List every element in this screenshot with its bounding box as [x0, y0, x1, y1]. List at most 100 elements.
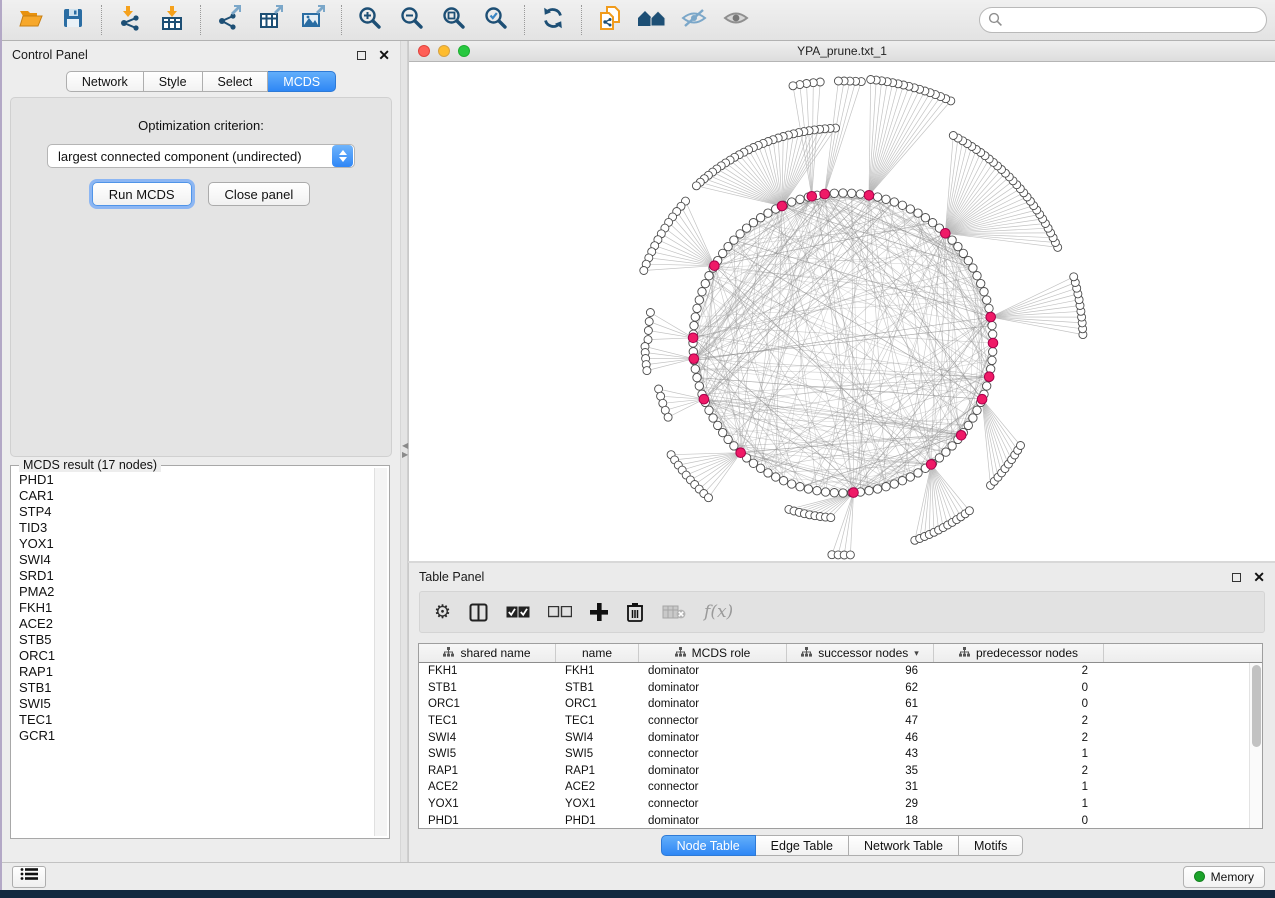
result-node[interactable]: FKH1 [19, 600, 368, 616]
import-table-button[interactable] [151, 3, 193, 37]
scrollbar-thumb[interactable] [1252, 665, 1261, 747]
export-table-button[interactable] [250, 3, 292, 37]
table-row[interactable]: PHD1PHD1dominator180 [419, 812, 1249, 828]
zoom-selected-button[interactable] [475, 3, 517, 37]
table-row[interactable]: SWI5SWI5connector431 [419, 746, 1249, 763]
cell-name: STB1 [556, 682, 639, 694]
add-column-icon[interactable] [590, 597, 608, 627]
clear-selection-checkboxes-icon[interactable] [548, 597, 572, 627]
select-all-checkboxes-icon[interactable] [506, 597, 530, 627]
result-node[interactable]: PHD1 [19, 472, 368, 488]
column-header-shared-name[interactable]: shared name [419, 644, 556, 662]
result-list-scrollbar[interactable] [374, 468, 387, 836]
cell-successor-nodes: 47 [787, 715, 934, 727]
export-network-button[interactable] [208, 3, 250, 37]
cell-shared-name: ORC1 [419, 698, 556, 710]
table-options-gear-icon[interactable]: ⚙ [434, 597, 451, 627]
table-row[interactable]: TEC1TEC1connector472 [419, 713, 1249, 730]
tab-select[interactable]: Select [203, 71, 269, 92]
table-row[interactable]: FKH1FKH1dominator962 [419, 663, 1249, 680]
zoom-out-button[interactable] [391, 3, 433, 37]
result-node[interactable]: ACE2 [19, 616, 368, 632]
result-node[interactable]: GCR1 [19, 728, 368, 744]
zoom-fit-button[interactable] [433, 3, 475, 37]
main-toolbar [2, 0, 1275, 41]
column-header-MCDS-role[interactable]: MCDS role [639, 644, 787, 662]
table-panel-title: Table Panel [419, 570, 484, 584]
result-node[interactable]: STB1 [19, 680, 368, 696]
result-node[interactable]: TEC1 [19, 712, 368, 728]
close-panel-icon[interactable]: ✕ [1253, 572, 1265, 582]
table-scrollbar[interactable] [1249, 663, 1262, 828]
table-header-row: shared namenameMCDS rolesuccessor nodes▾… [419, 644, 1262, 663]
column-header-predecessor-nodes[interactable]: predecessor nodes [934, 644, 1104, 662]
zoom-in-icon [357, 5, 383, 36]
zoom-in-button[interactable] [349, 3, 391, 37]
table-row[interactable]: ACE2ACE2connector311 [419, 779, 1249, 796]
duplicate-network-button[interactable] [589, 3, 631, 37]
cell-name: RAP1 [556, 765, 639, 777]
table-toolbar: ⚙ f(x) [419, 591, 1265, 633]
network-window-titlebar: YPA_prune.txt_1 [409, 41, 1275, 62]
result-node[interactable]: STP4 [19, 504, 368, 520]
show-all-button[interactable] [715, 3, 757, 37]
cell-name: YOX1 [556, 798, 639, 810]
tab-edge-table[interactable]: Edge Table [756, 835, 849, 856]
tab-style[interactable]: Style [144, 71, 203, 92]
table-row[interactable]: ORC1ORC1dominator610 [419, 696, 1249, 713]
close-panel-icon[interactable]: ✕ [378, 50, 390, 60]
result-node[interactable]: SWI5 [19, 696, 368, 712]
criterion-select[interactable]: largest connected component (undirected) [47, 144, 355, 168]
hide-selected-button[interactable] [673, 3, 715, 37]
column-header-name[interactable]: name [556, 644, 639, 662]
open-file-button[interactable] [10, 3, 52, 37]
panel-splitter[interactable]: ◀▶ [400, 41, 408, 862]
cell-name: SWI4 [556, 732, 639, 744]
result-node[interactable]: ORC1 [19, 648, 368, 664]
float-panel-icon[interactable] [1232, 573, 1241, 582]
network-canvas[interactable] [409, 62, 1275, 561]
export-image-button[interactable] [292, 3, 334, 37]
show-columns-icon[interactable] [469, 597, 488, 627]
task-history-button[interactable] [12, 866, 46, 888]
close-panel-button[interactable]: Close panel [208, 182, 311, 206]
result-node[interactable]: SRD1 [19, 568, 368, 584]
refresh-layout-button[interactable] [532, 3, 574, 37]
houses-icon [637, 6, 667, 35]
first-neighbors-button[interactable] [631, 3, 673, 37]
cell-predecessor-nodes: 2 [934, 715, 1104, 727]
network-graph [409, 62, 1275, 561]
table-row[interactable]: SWI4SWI4dominator462 [419, 729, 1249, 746]
cell-shared-name: PHD1 [419, 815, 556, 827]
table-row[interactable]: STB1STB1dominator620 [419, 680, 1249, 697]
result-node[interactable]: YOX1 [19, 536, 368, 552]
save-session-button[interactable] [52, 3, 94, 37]
cell-predecessor-nodes: 2 [934, 732, 1104, 744]
table-tabs: Node TableEdge TableNetwork TableMotifs [409, 835, 1275, 856]
run-mcds-button[interactable]: Run MCDS [92, 182, 192, 206]
tab-motifs[interactable]: Motifs [959, 835, 1023, 856]
tab-node-table[interactable]: Node Table [661, 835, 756, 856]
function-builder-icon: f(x) [704, 597, 733, 627]
cell-successor-nodes: 29 [787, 798, 934, 810]
result-node[interactable]: PMA2 [19, 584, 368, 600]
column-header-successor-nodes[interactable]: successor nodes▾ [787, 644, 934, 662]
tab-mcds[interactable]: MCDS [268, 71, 336, 92]
save-icon [61, 6, 85, 35]
memory-button[interactable]: Memory [1183, 866, 1265, 888]
zoom-fit-icon [441, 5, 467, 36]
result-node[interactable]: RAP1 [19, 664, 368, 680]
result-node[interactable]: TID3 [19, 520, 368, 536]
float-panel-icon[interactable] [357, 51, 366, 60]
result-node[interactable]: SWI4 [19, 552, 368, 568]
tab-network[interactable]: Network [66, 71, 144, 92]
cell-shared-name: TEC1 [419, 715, 556, 727]
delete-column-icon[interactable] [626, 597, 644, 627]
table-row[interactable]: RAP1RAP1dominator352 [419, 763, 1249, 780]
search-input[interactable] [979, 7, 1267, 33]
result-node[interactable]: CAR1 [19, 488, 368, 504]
tab-network-table[interactable]: Network Table [849, 835, 959, 856]
table-row[interactable]: YOX1YOX1connector291 [419, 796, 1249, 813]
import-network-button[interactable] [109, 3, 151, 37]
result-node[interactable]: STB5 [19, 632, 368, 648]
